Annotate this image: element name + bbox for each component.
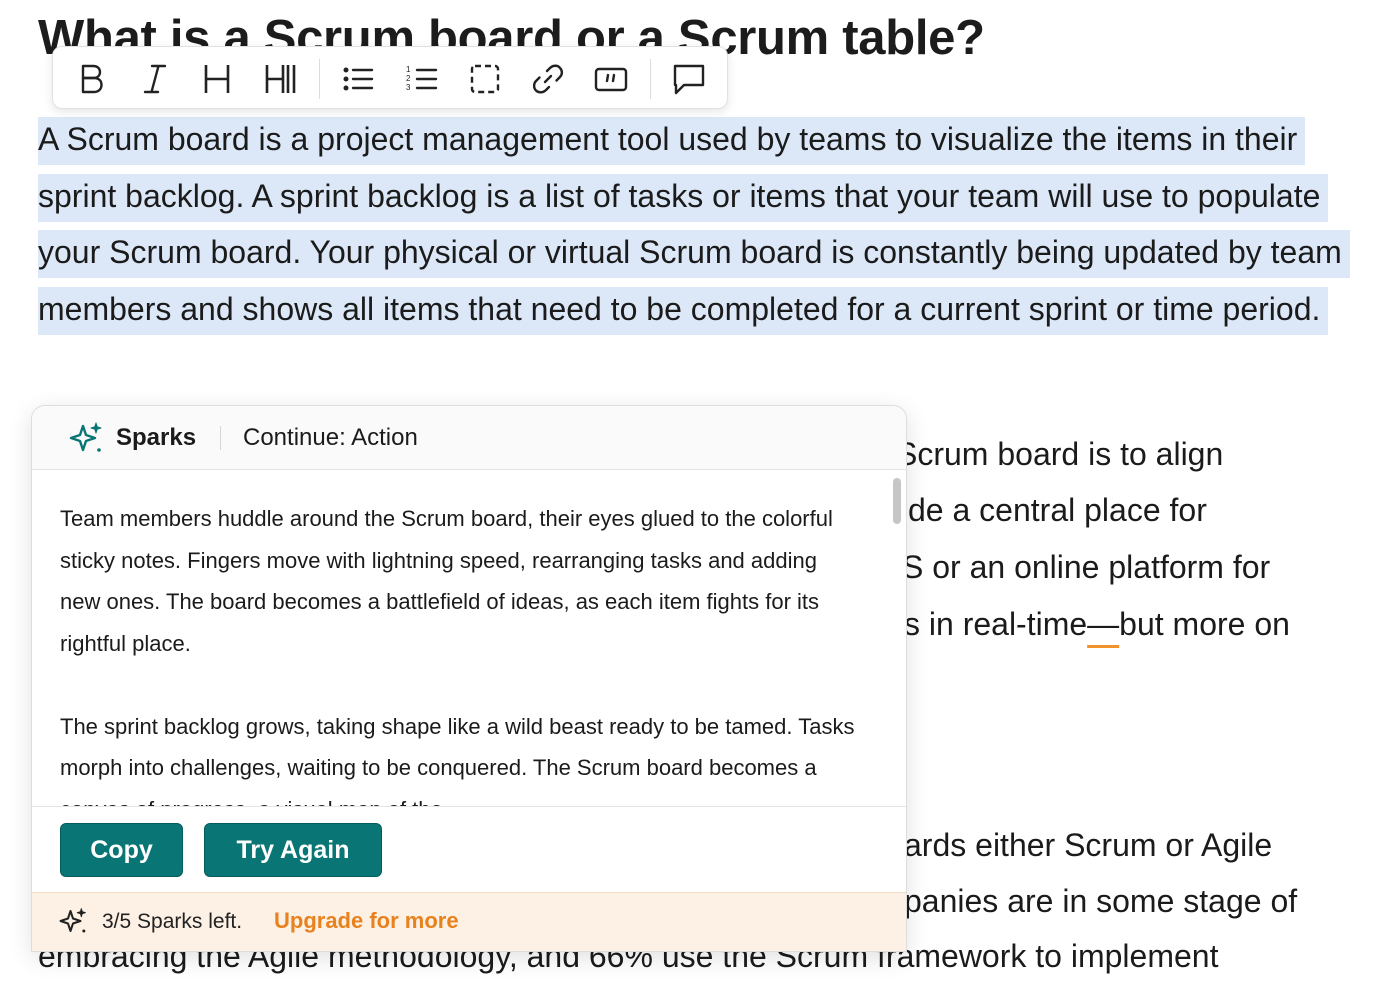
comment-button[interactable]	[667, 57, 711, 101]
italic-icon	[143, 64, 167, 94]
sparks-panel: Sparks Continue: Action Team members hud…	[31, 405, 907, 952]
sparks-footer: 3/5 Sparks left. Upgrade for more	[32, 892, 906, 951]
svg-text:2: 2	[406, 74, 411, 83]
sparks-title: Sparks	[116, 424, 197, 451]
try-again-button[interactable]: Try Again	[204, 823, 382, 877]
output-scrollbar[interactable]	[893, 478, 901, 524]
formatting-toolbar: 1 2 3	[52, 46, 728, 109]
sparks-header: Sparks Continue: Action	[32, 406, 906, 470]
copy-button[interactable]: Copy	[60, 823, 183, 877]
svg-text:3: 3	[406, 83, 411, 92]
heading-1-icon	[204, 65, 230, 93]
header-divider	[220, 426, 221, 450]
heading-1-button[interactable]	[195, 57, 239, 101]
body-text-line: ards either Scrum or Agile	[904, 827, 1273, 863]
sparkle-icon	[59, 908, 86, 933]
sparks-remaining: 3/5 Sparks left.	[102, 910, 243, 933]
body-text-line: Scrum board is to align	[896, 436, 1224, 472]
body-text-line: s in real-time—but more on	[904, 596, 1290, 652]
body-text-line: S or an online platform for	[902, 549, 1271, 585]
quote-button[interactable]	[589, 57, 633, 101]
selection-highlight: A Scrum board is a project management to…	[38, 117, 1350, 335]
italic-button[interactable]	[133, 57, 177, 101]
bulleted-list-icon	[343, 67, 374, 91]
bold-button[interactable]	[69, 57, 113, 101]
sparks-output[interactable]: Team members huddle around the Scrum boa…	[32, 470, 906, 806]
svg-text:1: 1	[406, 65, 411, 74]
heading-2-button[interactable]	[259, 57, 303, 101]
comment-icon	[673, 64, 705, 95]
numbered-list-icon: 1 2 3	[406, 65, 438, 92]
link-button[interactable]	[526, 57, 570, 101]
bulleted-list-button[interactable]	[336, 57, 380, 101]
spellcheck-underline[interactable]: —	[1087, 606, 1119, 642]
upgrade-link[interactable]: Upgrade for more	[274, 906, 459, 936]
sparks-mode-selector[interactable]: Continue: Action	[243, 421, 418, 455]
body-text-fragment: but more on	[1119, 606, 1290, 642]
numbered-list-button[interactable]: 1 2 3	[400, 57, 444, 101]
select-block-button[interactable]	[463, 57, 507, 101]
quote-icon	[594, 67, 628, 92]
toolbar-divider	[319, 59, 320, 99]
output-paragraph: The sprint backlog grows, taking shape l…	[60, 713, 855, 807]
output-paragraph: Team members huddle around the Scrum boa…	[60, 506, 833, 656]
sparks-output-text: Team members huddle around the Scrum boa…	[60, 498, 860, 806]
heading-2-icon	[265, 65, 296, 93]
toolbar-divider	[650, 59, 651, 99]
body-text-line: de a central place for	[908, 492, 1207, 528]
body-text-fragment: s in real-time	[904, 606, 1088, 642]
selected-paragraph[interactable]: A Scrum board is a project management to…	[38, 111, 1378, 337]
bold-icon	[81, 64, 103, 94]
sparks-actions: Copy Try Again	[32, 806, 906, 893]
body-text-line: panies are in some stage of	[904, 883, 1298, 919]
select-block-icon	[470, 64, 500, 94]
sparkle-icon	[69, 422, 102, 452]
link-icon	[532, 64, 564, 94]
